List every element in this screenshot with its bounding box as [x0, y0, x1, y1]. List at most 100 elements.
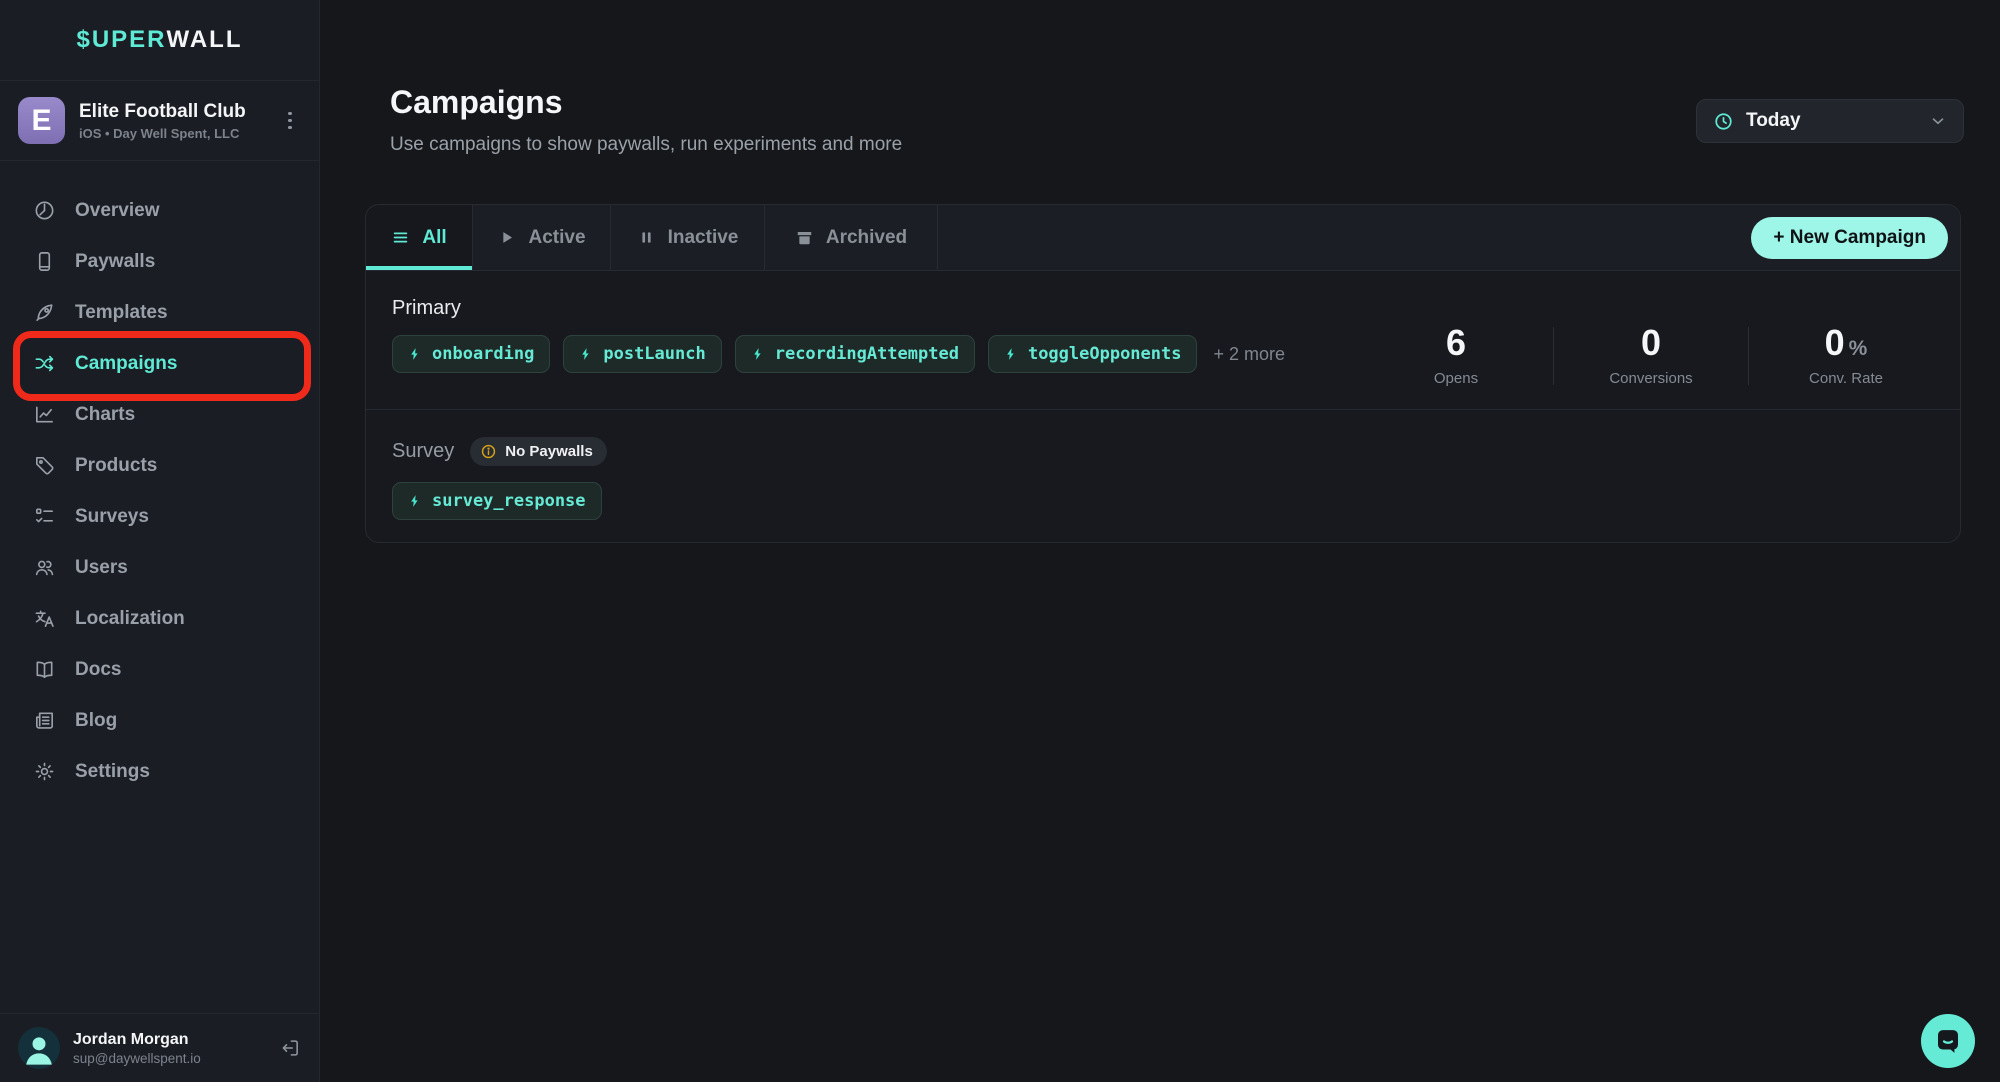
logout-icon	[279, 1037, 301, 1059]
person-icon	[19, 1028, 59, 1068]
sidebar-item-label: Blog	[75, 710, 117, 732]
logo-text-teal: $UPER	[76, 26, 166, 54]
user-email: sup@daywellspent.io	[73, 1051, 266, 1066]
trigger-name: survey_response	[432, 491, 586, 511]
pause-icon	[637, 228, 656, 247]
trigger-name: recordingAttempted	[775, 344, 959, 364]
workspace-switcher[interactable]: E Elite Football Club iOS • Day Well Spe…	[0, 81, 319, 161]
bolt-icon	[1004, 347, 1018, 361]
paywalls-icon	[33, 250, 56, 273]
tab-all[interactable]: All	[366, 205, 473, 270]
sidebar-item-blog[interactable]: Blog	[0, 695, 319, 746]
date-range-dropdown[interactable]: Today	[1696, 99, 1964, 143]
campaign-row-primary[interactable]: Primary onboarding postLaunch recordingA…	[366, 271, 1960, 409]
more-triggers-label: + 2 more	[1213, 344, 1285, 365]
stat-value: 0%	[1758, 325, 1934, 361]
sidebar-item-surveys[interactable]: Surveys	[0, 491, 319, 542]
sidebar-item-paywalls[interactable]: Paywalls	[0, 236, 319, 287]
docs-icon	[33, 658, 56, 681]
logo-text-white: WALL	[167, 26, 243, 54]
sidebar-item-campaigns[interactable]: Campaigns	[0, 338, 319, 389]
user-name: Jordan Morgan	[73, 1031, 266, 1049]
stat-value: 0	[1563, 325, 1739, 361]
workspace-info: Elite Football Club iOS • Day Well Spent…	[79, 101, 265, 141]
sidebar-item-label: Docs	[75, 659, 121, 681]
users-icon	[33, 556, 56, 579]
sidebar-item-label: Templates	[75, 302, 168, 324]
sidebar-item-label: Overview	[75, 200, 160, 222]
sidebar-item-overview[interactable]: Overview	[0, 185, 319, 236]
sidebar-item-users[interactable]: Users	[0, 542, 319, 593]
trigger-name: postLaunch	[603, 344, 705, 364]
page-subtitle: Use campaigns to show paywalls, run expe…	[390, 134, 902, 156]
campaigns-icon	[33, 352, 56, 375]
trigger-name: toggleOpponents	[1028, 344, 1182, 364]
stat-divider	[1553, 327, 1554, 385]
tab-label: Inactive	[668, 227, 739, 249]
stat-divider	[1748, 327, 1749, 385]
trigger-tag: toggleOpponents	[988, 335, 1198, 373]
workspace-name: Elite Football Club	[79, 101, 265, 123]
trigger-tag: recordingAttempted	[735, 335, 975, 373]
trigger-tag: onboarding	[392, 335, 550, 373]
campaign-row-survey[interactable]: Survey No Paywalls survey_response	[366, 410, 1960, 542]
list-icon	[391, 228, 410, 247]
trigger-tag: survey_response	[392, 482, 602, 520]
stat-label: Conversions	[1563, 370, 1739, 387]
user-info: Jordan Morgan sup@daywellspent.io	[73, 1031, 266, 1066]
tab-label: Archived	[826, 227, 907, 249]
date-range-value: Today	[1746, 110, 1917, 132]
sidebar-item-settings[interactable]: Settings	[0, 746, 319, 797]
tab-label: Active	[528, 227, 585, 249]
sidebar-item-label: Surveys	[75, 506, 149, 528]
workspace-meta: iOS • Day Well Spent, LLC	[79, 126, 265, 141]
page-title: Campaigns	[390, 84, 562, 121]
trigger-tags: onboarding postLaunch recordingAttempted…	[392, 335, 1285, 373]
tab-inactive[interactable]: Inactive	[611, 205, 765, 270]
sidebar-item-products[interactable]: Products	[0, 440, 319, 491]
templates-icon	[33, 301, 56, 324]
sidebar-item-label: Settings	[75, 761, 150, 783]
bolt-icon	[408, 494, 422, 508]
survey-header: Survey No Paywalls	[392, 437, 1934, 466]
sidebar-item-label: Users	[75, 557, 128, 579]
sidebar-item-label: Campaigns	[75, 353, 177, 375]
sidebar-item-label: Charts	[75, 404, 135, 426]
surveys-icon	[33, 505, 56, 528]
stat-value: 6	[1368, 325, 1544, 361]
charts-icon	[33, 403, 56, 426]
sidebar-item-label: Paywalls	[75, 251, 155, 273]
products-icon	[33, 454, 56, 477]
info-icon	[480, 443, 497, 460]
stat-label: Conv. Rate	[1758, 370, 1934, 387]
sidebar-item-docs[interactable]: Docs	[0, 644, 319, 695]
new-campaign-button[interactable]: + New Campaign	[1751, 217, 1948, 259]
settings-icon	[33, 760, 56, 783]
clock-icon	[1713, 111, 1734, 132]
tab-archived[interactable]: Archived	[765, 205, 938, 270]
stat-opens: 6 Opens	[1368, 325, 1544, 387]
badge-label: No Paywalls	[505, 443, 593, 460]
sidebar-item-charts[interactable]: Charts	[0, 389, 319, 440]
stat-conv-rate: 0% Conv. Rate	[1758, 325, 1934, 387]
trigger-name: onboarding	[432, 344, 534, 364]
trigger-tags: survey_response	[392, 482, 1934, 520]
chat-launcher-button[interactable]	[1921, 1014, 1975, 1068]
logout-button[interactable]	[279, 1037, 301, 1059]
sidebar-item-templates[interactable]: Templates	[0, 287, 319, 338]
tab-strip: All Active Inactive Archived + New Campa…	[366, 205, 1960, 271]
no-paywalls-badge: No Paywalls	[470, 437, 607, 466]
chevron-down-icon	[1929, 112, 1947, 130]
workspace-menu-icon[interactable]	[279, 108, 301, 134]
play-icon	[497, 228, 516, 247]
sidebar-item-localization[interactable]: Localization	[0, 593, 319, 644]
trigger-tag: postLaunch	[563, 335, 721, 373]
blog-icon	[33, 709, 56, 732]
archive-icon	[795, 228, 814, 247]
tab-active[interactable]: Active	[473, 205, 611, 270]
account-footer: Jordan Morgan sup@daywellspent.io	[0, 1013, 319, 1082]
sidebar-item-label: Localization	[75, 608, 185, 630]
campaigns-panel: All Active Inactive Archived + New Campa…	[365, 204, 1961, 543]
stat-conversions: 0 Conversions	[1563, 325, 1739, 387]
tab-label: All	[422, 227, 446, 249]
